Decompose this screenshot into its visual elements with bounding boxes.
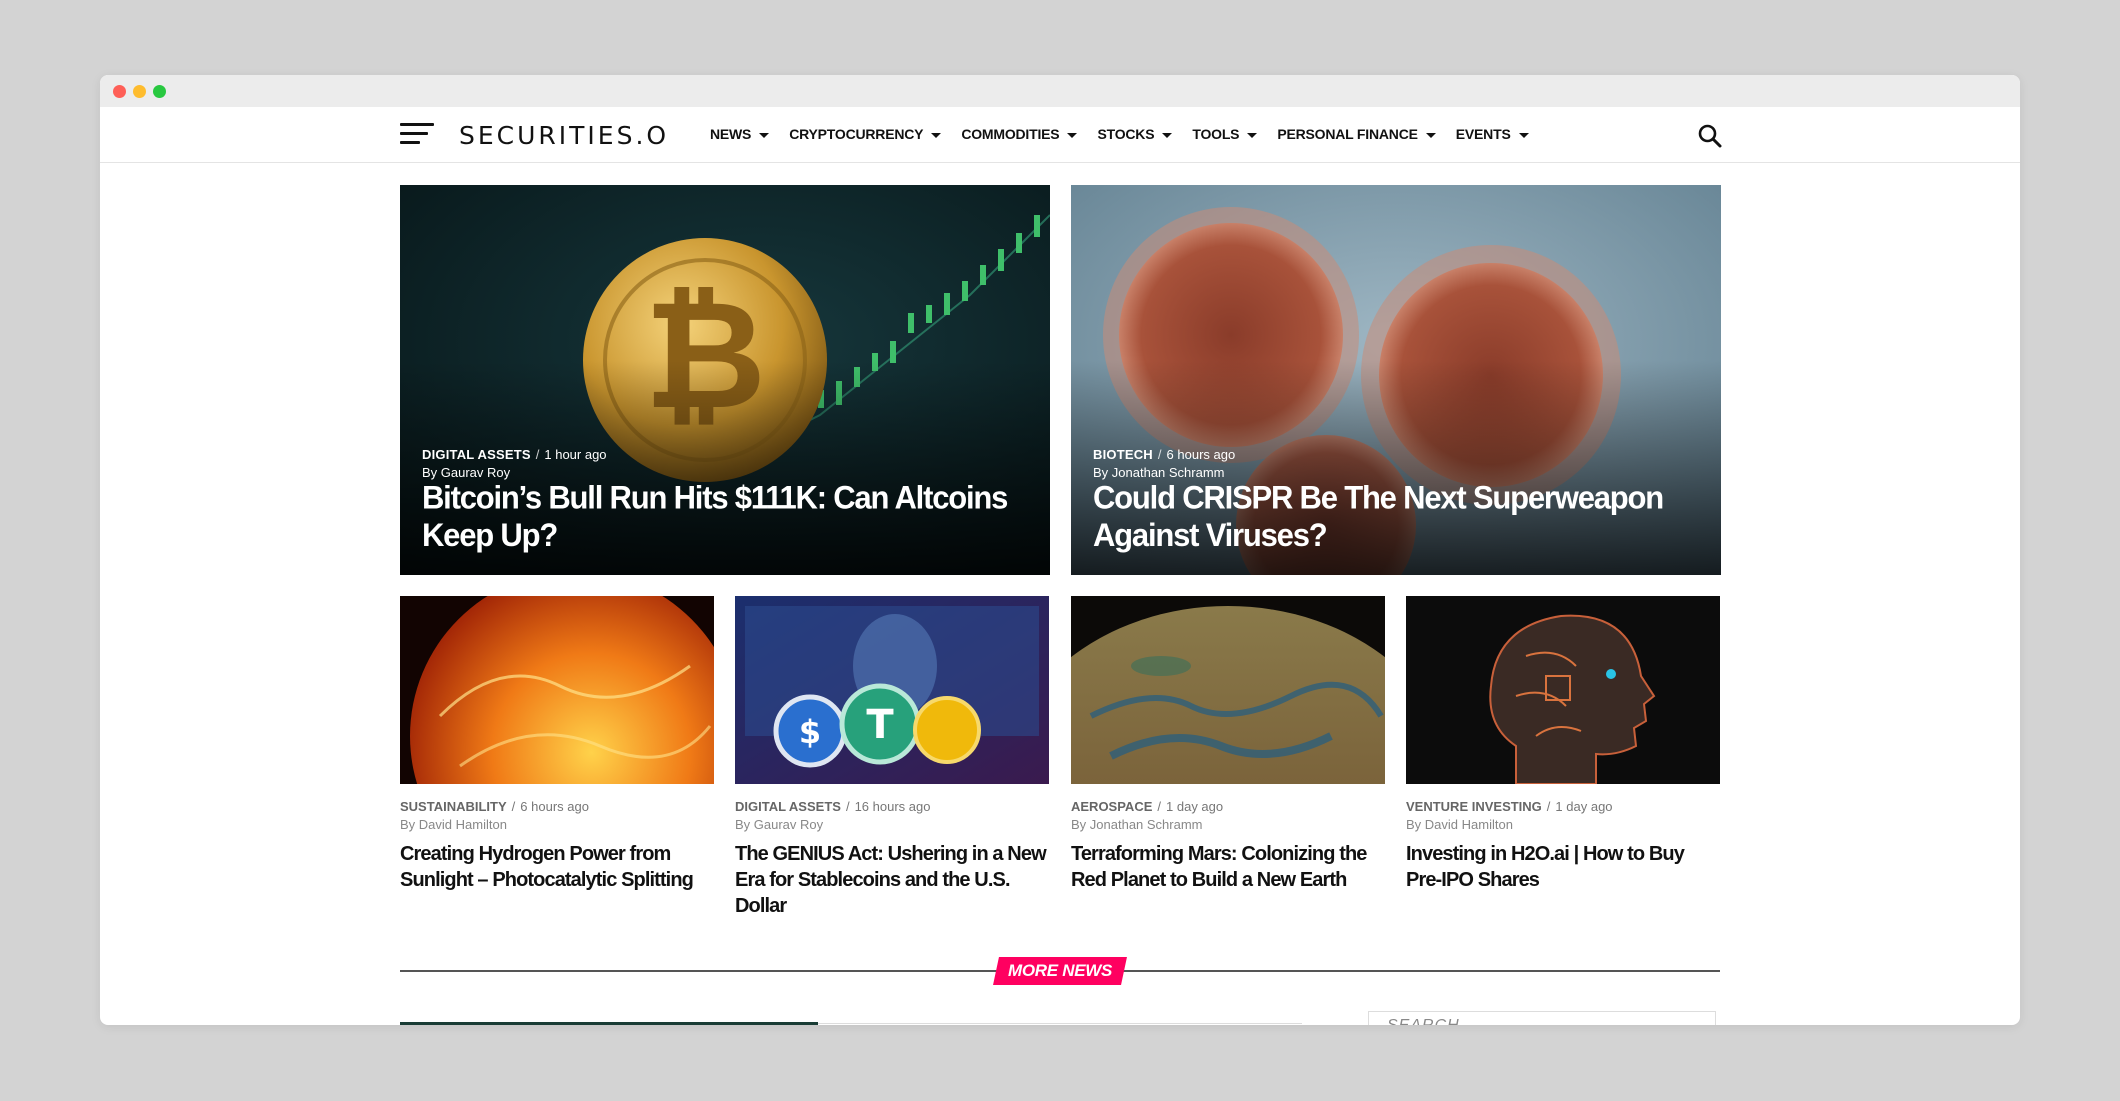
timestamp: 6 hours ago: [520, 799, 589, 814]
timestamp: 6 hours ago: [1166, 447, 1236, 462]
category-link[interactable]: DIGITAL ASSETS: [422, 447, 531, 462]
search-icon[interactable]: [1697, 123, 1723, 149]
byline: By Jonathan Schramm: [1093, 465, 1225, 480]
byline: By Gaurav Roy: [422, 465, 511, 480]
svg-text:T: T: [866, 702, 894, 748]
menu-item-stocks[interactable]: STOCKS: [1097, 126, 1173, 142]
article-card-mars[interactable]: AEROSPACE/1 day ago By Jonathan Schramm …: [1071, 596, 1385, 893]
article-card-genius-act[interactable]: $ T DIGITAL ASSETS/16 hours ago By Gaura…: [735, 596, 1049, 919]
timestamp: 1 day ago: [1555, 799, 1613, 814]
card-image-ai-head: [1406, 596, 1720, 784]
timestamp: 1 hour ago: [544, 447, 607, 462]
chevron-down-icon: [1247, 133, 1258, 138]
timestamp: 16 hours ago: [854, 799, 931, 814]
card-headline[interactable]: The GENIUS Act: Ushering in a New Era fo…: [735, 841, 1049, 919]
more-news-heading: MORE NEWS: [993, 957, 1128, 985]
category-link[interactable]: SUSTAINABILITY: [400, 799, 507, 814]
byline: By Gaurav Roy: [735, 817, 824, 832]
feature-article-crispr[interactable]: BIOTECH/6 hours ago By Jonathan Schramm …: [1071, 185, 1721, 575]
card-image-stablecoins: $ T: [735, 596, 1049, 784]
feature-article-bitcoin[interactable]: ₿ DIGITAL ASSETS/1 hour ago By Gaurav Ro…: [400, 185, 1050, 575]
category-link[interactable]: DIGITAL ASSETS: [735, 799, 841, 814]
card-headline[interactable]: Creating Hydrogen Power from Sunlight – …: [400, 841, 714, 893]
site-header: SECURITIES.O NEWS CRYPTOCURRENCY COMMODI…: [100, 107, 2020, 163]
hamburger-menu-icon[interactable]: [400, 122, 434, 144]
svg-text:$: $: [799, 713, 821, 751]
main-menu: NEWS CRYPTOCURRENCY COMMODITIES STOCKS T…: [710, 126, 1549, 142]
byline: By David Hamilton: [400, 817, 507, 832]
category-link[interactable]: BIOTECH: [1093, 447, 1153, 462]
card-image-sun: [400, 596, 714, 784]
menu-item-news[interactable]: NEWS: [710, 126, 770, 142]
next-article-divider: [818, 1023, 1302, 1024]
card-headline[interactable]: Investing in H2O.ai | How to Buy Pre-IPO…: [1406, 841, 1720, 893]
card-image-mars: [1071, 596, 1385, 784]
category-link[interactable]: VENTURE INVESTING: [1406, 799, 1542, 814]
article-card-hydrogen[interactable]: SUSTAINABILITY/6 hours ago By David Hami…: [400, 596, 714, 893]
search-placeholder: SEARCH: [1387, 1017, 1460, 1025]
feature-meta: DIGITAL ASSETS/1 hour ago By Gaurav Roy: [422, 447, 607, 480]
article-card-h2o[interactable]: VENTURE INVESTING/1 day ago By David Ham…: [1406, 596, 1720, 893]
menu-item-cryptocurrency[interactable]: CRYPTOCURRENCY: [789, 126, 942, 142]
menu-item-events[interactable]: EVENTS: [1456, 126, 1529, 142]
menu-item-personal-finance[interactable]: PERSONAL FINANCE: [1277, 126, 1436, 142]
byline: By David Hamilton: [1406, 817, 1513, 832]
feature-headline[interactable]: Bitcoin’s Bull Run Hits $111K: Can Altco…: [422, 479, 1022, 555]
menu-item-tools[interactable]: TOOLS: [1192, 126, 1258, 142]
chevron-down-icon: [1067, 133, 1078, 138]
sidebar-search-input[interactable]: SEARCH: [1368, 1011, 1716, 1025]
card-headline[interactable]: Terraforming Mars: Colonizing the Red Pl…: [1071, 841, 1385, 893]
feature-meta: BIOTECH/6 hours ago By Jonathan Schramm: [1093, 447, 1236, 480]
timestamp: 1 day ago: [1166, 799, 1224, 814]
chevron-down-icon: [1162, 133, 1173, 138]
category-link[interactable]: AEROSPACE: [1071, 799, 1152, 814]
chevron-down-icon: [931, 133, 942, 138]
browser-window: SECURITIES.O NEWS CRYPTOCURRENCY COMMODI…: [100, 75, 2020, 1025]
chevron-down-icon: [759, 133, 770, 138]
maximize-window-button[interactable]: [153, 85, 166, 98]
next-article-image[interactable]: [400, 1022, 818, 1025]
menu-item-commodities[interactable]: COMMODITIES: [961, 126, 1078, 142]
chevron-down-icon: [1425, 133, 1436, 138]
minimize-window-button[interactable]: [133, 85, 146, 98]
window-titlebar: [100, 75, 2020, 107]
site-logo[interactable]: SECURITIES.O: [459, 121, 669, 150]
feature-headline[interactable]: Could CRISPR Be The Next Superweapon Aga…: [1093, 479, 1693, 555]
byline: By Jonathan Schramm: [1071, 817, 1203, 832]
close-window-button[interactable]: [113, 85, 126, 98]
chevron-down-icon: [1518, 133, 1529, 138]
